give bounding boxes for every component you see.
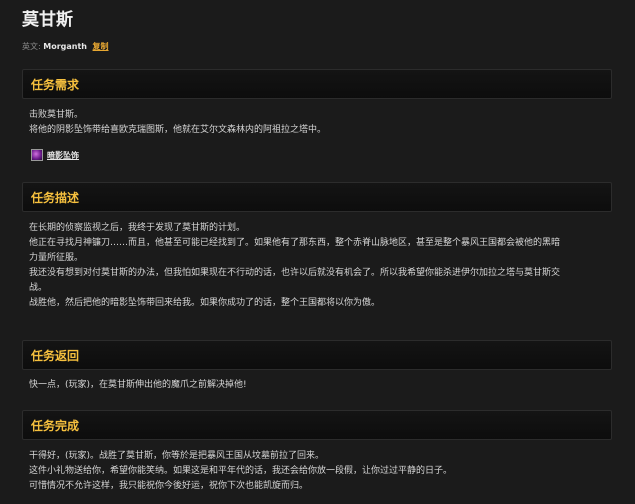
item-link-shadow-pendant[interactable]: 暗影坠饰 <box>31 147 79 163</box>
copy-button[interactable]: 复制 <box>93 42 109 51</box>
section-title-description: 任务描述 <box>31 191 80 205</box>
completion-line: 可惜情况不允许这样，我只能祝你今後好运，祝你下次也能凯旋而归。 <box>29 481 309 491</box>
section-header-description: 任务描述 <box>22 182 612 212</box>
return-text: 快一点，(玩家)，在莫甘斯伸出他的魔爪之前解决掉他! <box>29 378 609 393</box>
completion-line: 这件小礼物送给你，希望你能笑纳。如果这是和平年代的话，我还会给你放一段假，让你过… <box>29 466 453 476</box>
return-line: 快一点，(玩家)，在莫甘斯伸出他的魔爪之前解决掉他! <box>29 380 247 390</box>
english-name: Morganth <box>43 42 87 51</box>
english-name-prefix: 英文: <box>22 42 41 51</box>
description-line: 在长期的侦察监视之后，我终于发现了莫甘斯的计划。 <box>29 223 246 233</box>
description-text: 在长期的侦察监视之后，我终于发现了莫甘斯的计划。 他正在寻找月神镰刀……而且，他… <box>29 221 609 311</box>
section-title-requirements: 任务需求 <box>31 78 80 92</box>
section-header-requirements: 任务需求 <box>22 69 612 99</box>
page-title: 莫甘斯 <box>22 10 73 30</box>
item-label[interactable]: 暗影坠饰 <box>47 150 79 161</box>
requirements-line: 击败莫甘斯。 <box>29 110 84 120</box>
description-line: 我还没有想到对付莫甘斯的办法，但我怕如果现在不行动的话，也许以后就没有机会了。所… <box>29 268 561 278</box>
section-header-completion: 任务完成 <box>22 410 612 440</box>
completion-text: 干得好，(玩家)。战胜了莫甘斯，你等於是把暴风王国从坟墓前拉了回来。 这件小礼物… <box>29 449 609 494</box>
section-header-return: 任务返回 <box>22 340 612 370</box>
description-line: 力量所征服。 <box>29 253 84 263</box>
requirements-text: 击败莫甘斯。 将他的阴影坠饰带给喜欧克瑞图斯，他就在艾尔文森林内的阿祖拉之塔中。 <box>29 108 609 138</box>
english-name-row: 英文: Morganth 复制 <box>22 41 109 53</box>
description-line: 他正在寻找月神镰刀……而且，他甚至可能已经找到了。如果他有了那东西，整个赤脊山脉… <box>29 238 561 248</box>
requirements-line: 将他的阴影坠饰带给喜欧克瑞图斯，他就在艾尔文森林内的阿祖拉之塔中。 <box>29 125 327 135</box>
purple-pendant-icon <box>31 149 43 161</box>
section-title-return: 任务返回 <box>31 349 80 363</box>
description-line: 战。 <box>29 283 48 293</box>
completion-line: 干得好，(玩家)。战胜了莫甘斯，你等於是把暴风王国从坟墓前拉了回来。 <box>29 451 325 461</box>
description-line: 战胜他，然后把他的暗影坠饰带回来给我。如果你成功了的话，整个王国都将以你为傲。 <box>29 298 381 308</box>
section-title-completion: 任务完成 <box>31 419 80 433</box>
